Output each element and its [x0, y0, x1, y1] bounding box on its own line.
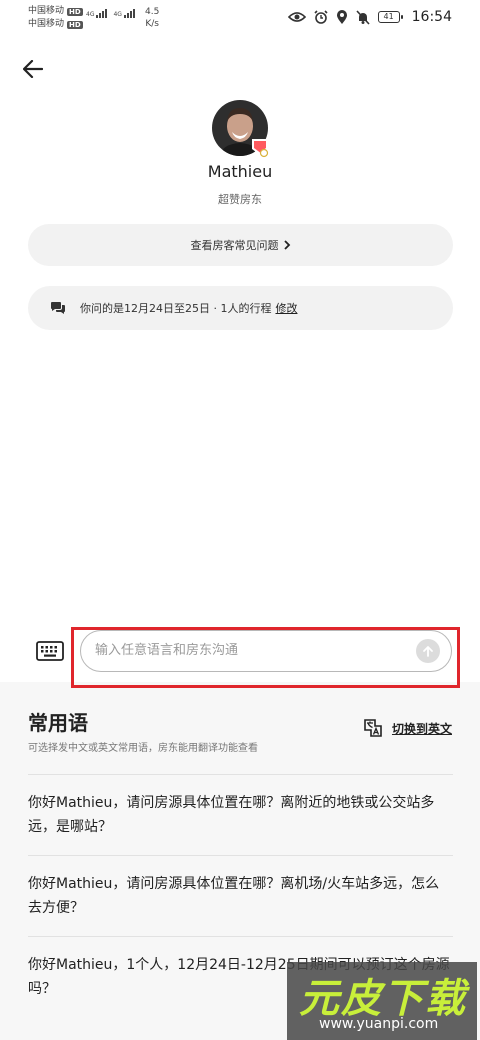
phrase-item[interactable]: 你好Mathieu，请问房源具体位置在哪？离附近的地铁或公交站多远，是哪站？ — [28, 774, 453, 855]
speed-unit: K/s — [145, 19, 159, 29]
trip-info: 你问的是12月24日至25日 · 1人的行程 修改 — [28, 286, 453, 330]
signal-icon — [123, 9, 135, 18]
network-speed: 4.5 K/s — [145, 6, 159, 30]
network-type: 4G — [113, 11, 122, 18]
host-avatar[interactable] — [212, 100, 269, 158]
chevron-right-icon — [283, 240, 290, 250]
hd-badge: HD — [67, 20, 83, 29]
carrier-info: 中国移动 HD 中国移动 HD — [28, 5, 83, 31]
keyboard-toggle-button[interactable] — [36, 641, 64, 661]
switch-to-english-button[interactable]: 切换到英文 — [364, 719, 452, 737]
mute-bell-icon — [356, 9, 370, 25]
eye-icon — [287, 12, 306, 22]
network-type: 4G — [86, 11, 95, 18]
chat-bubbles-icon — [50, 301, 66, 315]
carrier-1: 中国移动 — [28, 6, 65, 16]
modify-link[interactable]: 修改 — [275, 300, 297, 316]
battery-icon: 41 — [377, 11, 403, 23]
trip-text: 你问的是12月24日至25日 · 1人的行程 — [80, 302, 272, 315]
alarm-icon — [314, 10, 328, 24]
signal-icon — [96, 9, 108, 18]
signal-indicators: 4G 4G — [86, 9, 135, 18]
faq-label: 查看房客常见问题 — [190, 239, 279, 252]
keyboard-icon — [36, 641, 64, 661]
translate-icon — [364, 719, 382, 737]
panel-title: 常用语 — [28, 711, 88, 735]
host-name: Mathieu — [207, 162, 273, 181]
input-highlight-frame — [71, 627, 460, 688]
clock: 16:54 — [411, 9, 452, 25]
location-icon — [336, 9, 347, 24]
arrow-left-icon — [23, 60, 43, 78]
status-bar: 中国移动 HD 中国移动 HD 4G 4G 4.5 K/s 41 16:54 — [0, 0, 480, 36]
watermark: 元皮下载 www.yuanpi.com — [287, 962, 477, 1040]
speed-value: 4.5 — [145, 7, 160, 17]
view-faq-button[interactable]: 查看房客常见问题 — [28, 224, 453, 266]
host-subtitle: 超赞房东 — [218, 193, 262, 206]
hd-badge: HD — [67, 7, 83, 16]
superhost-badge-icon — [252, 139, 269, 158]
phrase-item[interactable]: 你好Mathieu，请问房源具体位置在哪？离机场/火车站多远，怎么去方便？ — [28, 855, 453, 936]
back-button[interactable] — [18, 54, 48, 84]
carrier-2: 中国移动 — [28, 19, 65, 29]
switch-to-english-label: 切换到英文 — [391, 721, 452, 736]
panel-description: 可选择发中文或英文常用语，房东能用翻译功能查看 — [28, 743, 258, 754]
watermark-url: www.yuanpi.com — [319, 1016, 439, 1032]
